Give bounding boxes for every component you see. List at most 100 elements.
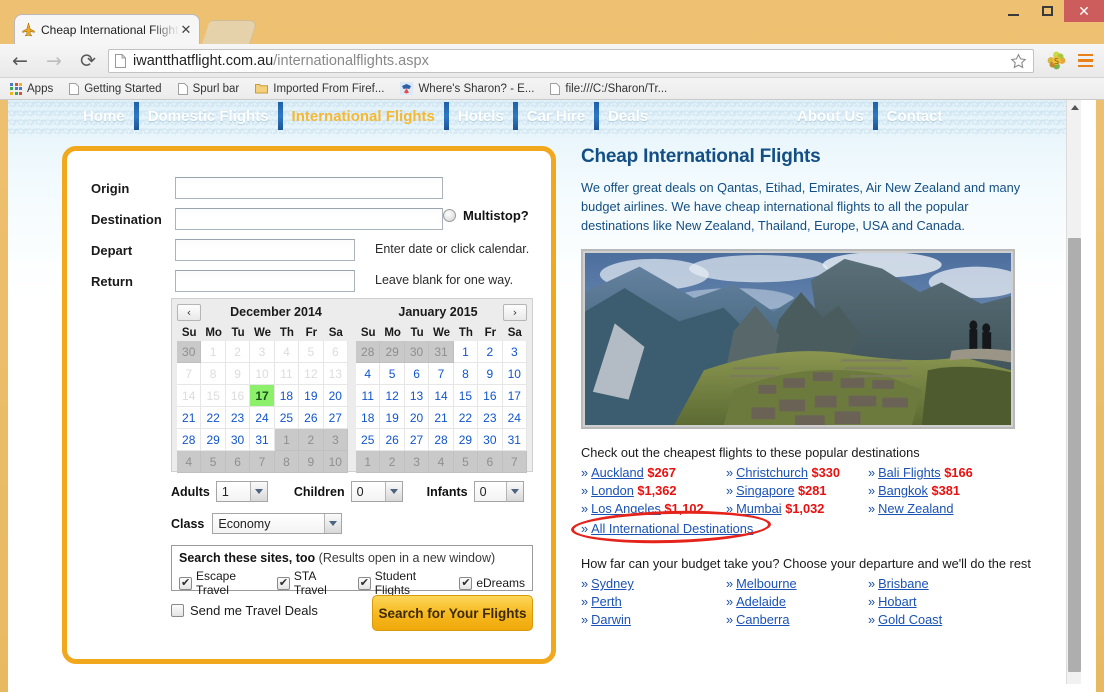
calendar-day[interactable]: 26 [380,429,405,451]
destination-link[interactable]: » Bali Flights $166 [868,465,1031,480]
multistop-radio[interactable] [443,209,456,222]
nav-item-deals[interactable]: Deals [599,100,657,125]
site-option-student-flights[interactable]: Student Flights [357,569,449,597]
destination-input[interactable] [175,208,443,230]
destination-link[interactable]: » London $1,362 [581,483,726,498]
checkbox-edreams[interactable] [459,576,473,590]
departure-city-link[interactable]: » Gold Coast [868,612,1031,627]
nav-item-international-flights[interactable]: International Flights [283,100,444,125]
calendar-day-selected[interactable]: 17 [250,385,275,407]
departure-city-link-text[interactable]: Brisbane [878,576,929,591]
bookmark-file-sharon-tr[interactable]: file:///C:/Sharon/Tr... [550,82,667,95]
calendar-day[interactable]: 25 [274,407,300,429]
calendar-day[interactable]: 28 [177,429,202,451]
departure-city-link[interactable]: » Canberra [726,612,868,627]
calendar-day[interactable]: 23 [225,407,251,429]
infants-select[interactable]: 0 [473,481,524,502]
site-option-sta-travel[interactable]: STA Travel [276,569,347,597]
departure-city-link-text[interactable]: Perth [591,594,622,609]
departure-city-link[interactable]: » Adelaide [726,594,868,609]
calendar-day[interactable]: 2 [478,341,503,363]
calendar-day[interactable]: 4 [356,363,381,385]
calendar-day[interactable]: 30 [225,429,251,451]
calendar-prev-month-button[interactable]: ‹ [177,304,201,321]
checkbox-send-travel-deals[interactable] [171,604,184,617]
adults-select[interactable]: 1 [215,481,268,502]
calendar-day[interactable]: 13 [404,385,430,407]
destination-link[interactable]: » Singapore $281 [726,483,868,498]
bookmark-star-icon[interactable] [1010,52,1027,75]
calendar-day[interactable]: 16 [478,385,503,407]
page-scrollbar[interactable] [1066,100,1081,684]
calendar-day[interactable]: 26 [299,407,324,429]
bookmark-getting-started[interactable]: Getting Started [69,82,162,95]
nav-item-home[interactable]: Home [74,100,134,125]
calendar-day[interactable]: 29 [201,429,226,451]
calendar-day[interactable]: 23 [478,407,503,429]
scrollbar-thumb[interactable] [1068,238,1081,672]
calendar-day[interactable]: 28 [429,429,454,451]
departure-city-link[interactable]: » Perth [581,594,726,609]
nav-item-contact[interactable]: Contact [878,100,952,125]
departure-city-link-text[interactable]: Hobart [878,594,916,609]
departure-city-link[interactable]: » Darwin [581,612,726,627]
calendar-day[interactable]: 1 [453,341,479,363]
destination-link-text[interactable]: London [591,483,634,498]
calendar-day[interactable]: 11 [356,385,381,407]
calendar-day[interactable]: 7 [429,363,454,385]
nav-item-car-hire[interactable]: Car Hire [518,100,594,125]
destination-link-text[interactable]: New Zealand [878,501,953,516]
children-select[interactable]: 0 [350,481,403,502]
destination-link-text[interactable]: Auckland [591,465,644,480]
calendar-day[interactable]: 31 [250,429,275,451]
calendar-day[interactable]: 19 [380,407,405,429]
calendar-day[interactable]: 30 [478,429,503,451]
browser-tab[interactable]: Cheap International Flight ✕ [14,14,200,44]
site-option-escape-travel[interactable]: Escape Travel [179,569,266,597]
destination-link[interactable]: » Bangkok $381 [868,483,1031,498]
calendar-day[interactable]: 25 [356,429,381,451]
destination-link-text[interactable]: Singapore [736,483,794,498]
back-button[interactable]: ← [6,47,34,75]
destination-link[interactable]: » New Zealand [868,501,1031,516]
multistop-option[interactable]: Multistop? [443,208,529,223]
calendar-day[interactable]: 17 [502,385,527,407]
calendar-day[interactable]: 9 [478,363,503,385]
calendar-day[interactable]: 29 [453,429,479,451]
origin-input[interactable] [175,177,443,199]
calendar-next-month-button[interactable]: › [503,304,527,321]
departure-city-link[interactable]: » Melbourne [726,576,868,591]
destination-link[interactable]: » Auckland $267 [581,465,726,480]
return-input[interactable] [175,270,355,292]
departure-city-link-text[interactable]: Sydney [591,576,634,591]
departure-city-link[interactable]: » Sydney [581,576,726,591]
calendar-day[interactable]: 6 [404,363,430,385]
calendar-day[interactable]: 21 [429,407,454,429]
calendar-day[interactable]: 15 [453,385,479,407]
calendar-day[interactable]: 3 [502,341,527,363]
destination-link[interactable]: » Christchurch $330 [726,465,868,480]
destination-link-text[interactable]: Christchurch [736,465,808,480]
calendar-day[interactable]: 20 [323,385,348,407]
nav-item-domestic-flights[interactable]: Domestic Flights [139,100,278,125]
departure-city-link-text[interactable]: Darwin [591,612,631,627]
calendar-day[interactable]: 19 [299,385,324,407]
extension-icon[interactable]: S [1042,47,1070,75]
departure-city-link-text[interactable]: Gold Coast [878,612,942,627]
checkbox-escape-travel[interactable] [179,576,192,590]
address-bar[interactable]: iwantthatflight.com.au/internationalflig… [108,48,1034,75]
tab-close-icon[interactable]: ✕ [179,22,193,38]
bookmark-imported-from-firefox[interactable]: Imported From Firef... [255,83,384,95]
site-option-edreams[interactable]: eDreams [459,576,525,590]
scrollbar-up-arrow[interactable] [1067,100,1081,115]
nav-item-about-us[interactable]: About Us [788,100,873,125]
calendar-day[interactable]: 24 [502,407,527,429]
checkbox-sta-travel[interactable] [276,576,290,590]
nav-item-hotels[interactable]: Hotels [449,100,513,125]
calendar-day[interactable]: 10 [502,363,527,385]
destination-link-text[interactable]: Bangkok [878,483,928,498]
calendar-day[interactable]: 8 [453,363,479,385]
new-tab-button[interactable] [202,20,258,44]
departure-city-link-text[interactable]: Canberra [736,612,789,627]
reload-button[interactable]: ⟳ [74,47,102,75]
